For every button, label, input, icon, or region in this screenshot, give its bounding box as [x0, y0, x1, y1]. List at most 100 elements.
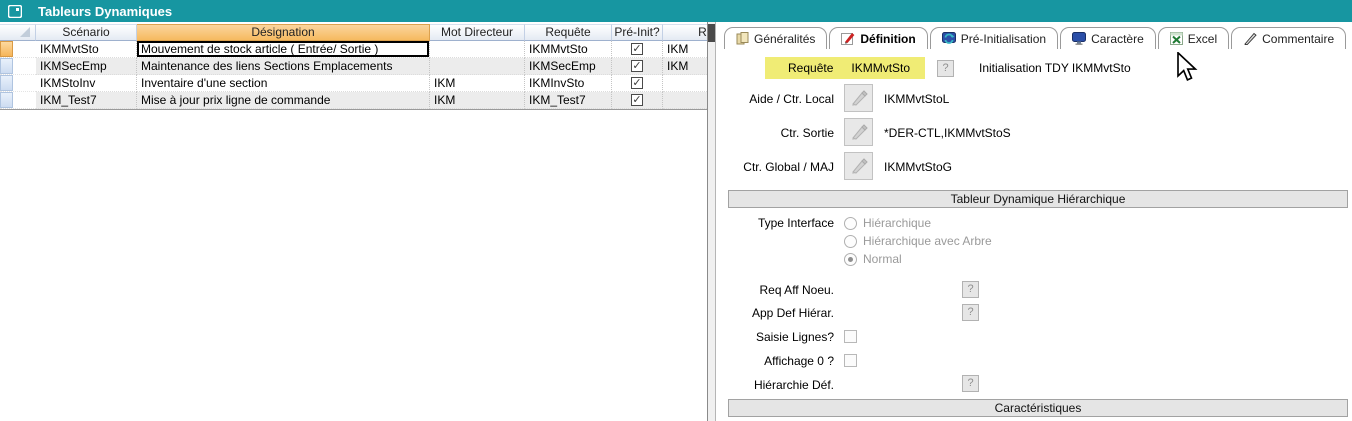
panel-splitter[interactable] [707, 22, 716, 421]
app-def-hierar-label: App Def Hiérar. [716, 306, 834, 320]
initialisation-text: Initialisation TDY IKMMvtSto [979, 61, 1131, 75]
radio-selected-icon [844, 253, 857, 266]
title-bar: Tableurs Dynamiques [0, 0, 1352, 22]
radio-icon [844, 217, 857, 230]
column-header-mot-directeur[interactable]: Mot Directeur [430, 24, 525, 41]
table-row: IKMStoInv Inventaire d'une section IKM I… [0, 75, 707, 92]
requete-value[interactable]: IKMMvtSto [851, 61, 910, 75]
checkbox-checked[interactable]: ✓ [631, 77, 643, 89]
monitor-icon [1072, 32, 1086, 45]
table-header-row: Scénario Désignation Mot Directeur Requê… [0, 24, 707, 41]
cell-scenario[interactable]: IKM_Test7 [36, 92, 137, 109]
cell-requete[interactable]: IKMSecEmp [525, 58, 612, 75]
tab-generalites[interactable]: Généralités [724, 27, 827, 49]
cell-designation[interactable]: Maintenance des liens Sections Emplaceme… [137, 58, 430, 75]
cell-r[interactable] [663, 92, 707, 109]
red-pen-icon [841, 32, 855, 45]
section-header-caracteristiques: Caractéristiques [728, 399, 1348, 417]
row-selector[interactable] [0, 92, 36, 109]
checkbox-checked[interactable]: ✓ [631, 43, 643, 55]
tab-caractere[interactable]: Caractère [1060, 27, 1156, 49]
ctr-global-maj-button[interactable] [844, 152, 873, 180]
row-selector[interactable] [0, 41, 36, 58]
column-header-designation[interactable]: Désignation [137, 24, 430, 41]
type-interface-label: Type Interface [716, 216, 834, 230]
tab-strip: Généralités Définition Pré-Initialisatio… [724, 26, 1348, 49]
requete-field-highlight: Requête IKMMvtSto [765, 57, 925, 79]
cell-mot-directeur[interactable] [430, 58, 525, 75]
scenario-table: Scénario Désignation Mot Directeur Requê… [0, 24, 707, 110]
requete-help-button[interactable]: ? [937, 60, 954, 77]
cell-requete[interactable]: IKMInvSto [525, 75, 612, 92]
checkbox-checked[interactable]: ✓ [631, 94, 643, 106]
mouse-cursor-icon [1176, 52, 1198, 82]
affichage-0-checkbox[interactable] [844, 354, 857, 367]
cell-requete[interactable]: IKMMvtSto [525, 41, 612, 58]
column-header-pre-init[interactable]: Pré-Init? [612, 24, 663, 41]
cell-designation[interactable]: Mise à jour prix ligne de commande [137, 92, 430, 109]
hierarchie-def-help-button[interactable]: ? [962, 375, 979, 392]
hierarchie-def-label: Hiérarchie Déf. [716, 378, 834, 392]
detail-panel: Généralités Définition Pré-Initialisatio… [716, 22, 1352, 421]
table-row: IKMSecEmp Maintenance des liens Sections… [0, 58, 707, 75]
corner-triangle-icon [20, 27, 30, 37]
cell-mot-directeur[interactable]: IKM [430, 75, 525, 92]
cell-requete[interactable]: IKM_Test7 [525, 92, 612, 109]
req-aff-noeu-label: Req Aff Noeu. [716, 283, 834, 297]
saisie-lignes-label: Saisie Lignes? [716, 330, 834, 344]
cell-pre-init[interactable]: ✓ [612, 58, 663, 75]
ctr-sortie-value[interactable]: *DER-CTL,IKMMvtStoS [884, 126, 1011, 140]
write-hand-icon [850, 90, 868, 106]
checkbox-checked[interactable]: ✓ [631, 60, 643, 72]
radio-hierarchique[interactable]: Hiérarchique [844, 215, 931, 231]
tab-excel[interactable]: Excel [1158, 27, 1229, 49]
requete-label: Requête [788, 61, 833, 75]
select-all-corner-cell[interactable] [0, 24, 36, 41]
row-selector[interactable] [0, 58, 36, 75]
write-hand-icon [850, 158, 868, 174]
cell-r[interactable]: IKM [663, 58, 707, 75]
cell-designation[interactable]: Inventaire d'une section [137, 75, 430, 92]
row-selector[interactable] [0, 75, 36, 92]
cell-pre-init[interactable]: ✓ [612, 75, 663, 92]
cell-r[interactable]: IKM [663, 41, 707, 58]
splitter-handle[interactable] [708, 24, 715, 42]
section-header-tableur-hierarchique: Tableur Dynamique Hiérarchique [728, 190, 1348, 208]
aide-ctr-local-button[interactable] [844, 84, 873, 112]
column-header-scenario[interactable]: Scénario [36, 24, 137, 41]
cell-r[interactable] [663, 75, 707, 92]
column-header-r[interactable]: R [663, 24, 707, 41]
cell-mot-directeur[interactable]: IKM [430, 92, 525, 109]
notes-icon [736, 32, 749, 45]
tab-pre-initialisation[interactable]: Pré-Initialisation [930, 27, 1058, 49]
field-label-aide-ctr-local: Aide / Ctr. Local [716, 92, 834, 106]
req-aff-noeu-help-button[interactable]: ? [962, 281, 979, 298]
ctr-global-maj-value[interactable]: IKMMvtStoG [884, 160, 952, 174]
window-title: Tableurs Dynamiques [38, 4, 172, 19]
table-row: IKM_Test7 Mise à jour prix ligne de comm… [0, 92, 707, 109]
cell-scenario[interactable]: IKMStoInv [36, 75, 137, 92]
ctr-sortie-button[interactable] [844, 118, 873, 146]
aide-ctr-local-value[interactable]: IKMMvtStoL [884, 92, 949, 106]
write-hand-icon [850, 124, 868, 140]
radio-hierarchique-avec-arbre[interactable]: Hiérarchique avec Arbre [844, 233, 992, 249]
tab-commentaire[interactable]: Commentaire [1231, 27, 1346, 49]
cell-mot-directeur[interactable] [430, 41, 525, 58]
cell-pre-init[interactable]: ✓ [612, 41, 663, 58]
refresh-screen-icon [942, 32, 956, 45]
pencil-icon [1243, 32, 1257, 45]
cell-designation-selected[interactable]: Mouvement de stock article ( Entrée/ Sor… [137, 41, 430, 58]
affichage-0-label: Affichage 0 ? [716, 354, 834, 368]
column-header-requete[interactable]: Requête [525, 24, 612, 41]
app-def-hierar-help-button[interactable]: ? [962, 304, 979, 321]
cell-scenario[interactable]: IKMMvtSto [36, 41, 137, 58]
radio-normal[interactable]: Normal [844, 251, 902, 267]
tab-definition[interactable]: Définition [829, 27, 927, 49]
window-grid-icon [8, 5, 22, 18]
cell-scenario[interactable]: IKMSecEmp [36, 58, 137, 75]
excel-icon [1170, 32, 1183, 45]
field-label-ctr-sortie: Ctr. Sortie [716, 126, 834, 140]
saisie-lignes-checkbox[interactable] [844, 330, 857, 343]
cell-pre-init[interactable]: ✓ [612, 92, 663, 109]
radio-icon [844, 235, 857, 248]
